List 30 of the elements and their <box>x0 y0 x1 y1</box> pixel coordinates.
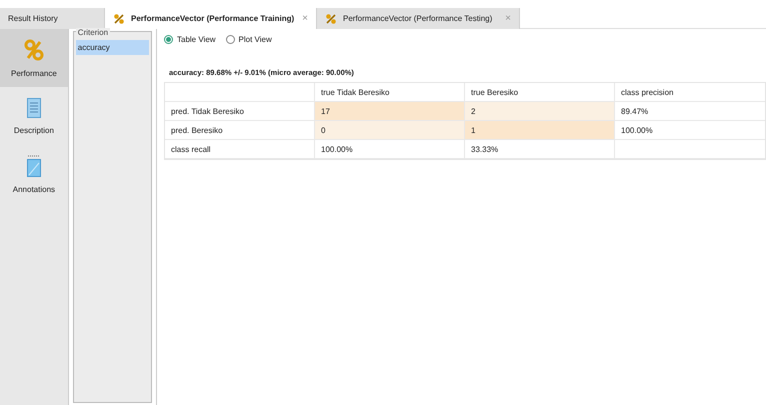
table-cell: 17 <box>315 102 465 120</box>
tab-label: PerformanceVector (Performance Testing) <box>343 14 494 23</box>
criterion-title: Criterion <box>76 28 110 37</box>
table-cell: class recall <box>165 140 315 158</box>
sidebar-item[interactable]: Performance <box>0 29 68 87</box>
tab-label: PerformanceVector (Performance Training) <box>131 14 296 23</box>
table-cell: 0 <box>315 121 465 139</box>
radio-label: Table View <box>177 34 216 44</box>
column-header: true Beresiko <box>465 83 615 101</box>
result-tab[interactable]: PerformanceVector (Performance Training) × <box>105 8 317 29</box>
result-tab[interactable]: Result History <box>0 8 105 29</box>
table-cell: 33.33% <box>465 140 615 158</box>
column-header: true Tidak Beresiko <box>315 83 465 101</box>
table-cell-text: 89.47% <box>620 106 650 118</box>
radio-label: Plot View <box>238 34 272 44</box>
table-cell-text: 100.00% <box>620 124 654 136</box>
tab-label: Result History <box>8 14 59 23</box>
table-cell: 1 <box>465 121 615 139</box>
percent-icon <box>24 38 44 60</box>
view-radio[interactable]: Plot View <box>226 34 272 44</box>
sidebar-item[interactable]: Annotations <box>0 145 68 203</box>
note-icon <box>26 154 41 176</box>
sidebar-item[interactable]: Description <box>0 87 68 145</box>
table-cell: 2 <box>465 102 615 120</box>
view-radio[interactable]: Table View <box>164 34 216 44</box>
table-cell: 100.00% <box>315 140 465 158</box>
document-icon <box>26 98 41 118</box>
criterion-item[interactable]: accuracy <box>76 40 149 55</box>
result-tab[interactable]: PerformanceVector (Performance Testing) × <box>317 8 520 29</box>
column-header: class precision <box>620 86 674 99</box>
